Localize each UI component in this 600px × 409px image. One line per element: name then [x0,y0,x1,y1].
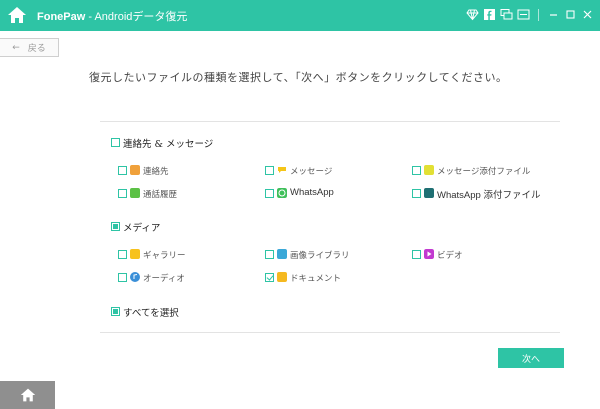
document-label: ドキュメント [290,274,342,284]
picture-library-checkbox[interactable] [265,250,274,259]
whatsapp-attachments-label: WhatsApp 添付ファイル [437,190,541,201]
whatsapp-attachment-icon [424,188,434,198]
message-attachment-icon [424,165,434,175]
document-icon [277,272,287,282]
select-all-checkbox[interactable] [111,307,120,316]
facebook-icon[interactable] [483,8,496,21]
feedback-icon[interactable] [517,8,530,21]
divider [100,332,560,333]
divider [100,121,560,122]
document-checkbox[interactable] [265,273,274,282]
whatsapp-icon [277,188,287,198]
messages-label: メッセージ [290,167,333,177]
diamond-icon[interactable] [466,8,479,21]
audio-label: オーディオ [143,274,185,284]
contacts-icon [130,165,140,175]
gallery-icon [130,249,140,259]
call-log-checkbox[interactable] [118,189,127,198]
audio-checkbox[interactable] [118,273,127,282]
window-controls [466,8,594,21]
whatsapp-label: WhatsApp [290,187,334,198]
home-icon [20,388,35,402]
next-button[interactable]: 次へ [498,348,564,368]
call-log-icon [130,188,140,198]
title-bar: FonePaw - Androidデータ復元 [0,0,600,31]
contacts-checkbox[interactable] [118,166,127,175]
whatsapp-checkbox[interactable] [265,189,274,198]
media-checkbox[interactable] [111,222,120,231]
select-all-label: すべてを選択 [123,308,179,319]
video-label: ビデオ [437,251,463,261]
picture-library-icon [277,249,287,259]
bottom-home-button[interactable] [0,381,55,409]
video-checkbox[interactable] [412,250,421,259]
home-icon[interactable] [7,5,27,25]
whatsapp-attachments-checkbox[interactable] [412,189,421,198]
message-attachments-label: メッセージ添付ファイル [437,167,531,177]
arrow-left-icon: ← [12,42,20,53]
video-icon [424,249,434,259]
maximize-icon[interactable] [564,8,577,21]
messages-checkbox[interactable] [265,166,274,175]
gallery-label: ギャラリー [143,251,186,261]
picture-library-label: 画像ライブラリ [290,251,350,261]
instruction-text: 復元したいファイルの種類を選択して、「次へ」ボタンをクリックしてください。 [89,71,508,84]
contacts-messages-checkbox[interactable] [111,138,120,147]
message-icon [278,167,286,173]
gallery-checkbox[interactable] [118,250,127,259]
contacts-messages-label: 連絡先 & メッセージ [123,139,214,150]
back-button[interactable]: ← 戻る [0,38,59,57]
contacts-label: 連絡先 [143,167,169,177]
call-log-label: 通話履歴 [143,190,178,200]
minimize-icon[interactable] [547,8,560,21]
back-label: 戻る [27,44,46,54]
app-title: FonePaw - Androidデータ復元 [37,11,188,23]
message-attachments-checkbox[interactable] [412,166,421,175]
audio-icon [130,272,140,282]
toolbar-separator [538,8,539,21]
chat-icon[interactable] [500,8,513,21]
media-label: メディア [123,223,161,234]
close-icon[interactable] [581,8,594,21]
